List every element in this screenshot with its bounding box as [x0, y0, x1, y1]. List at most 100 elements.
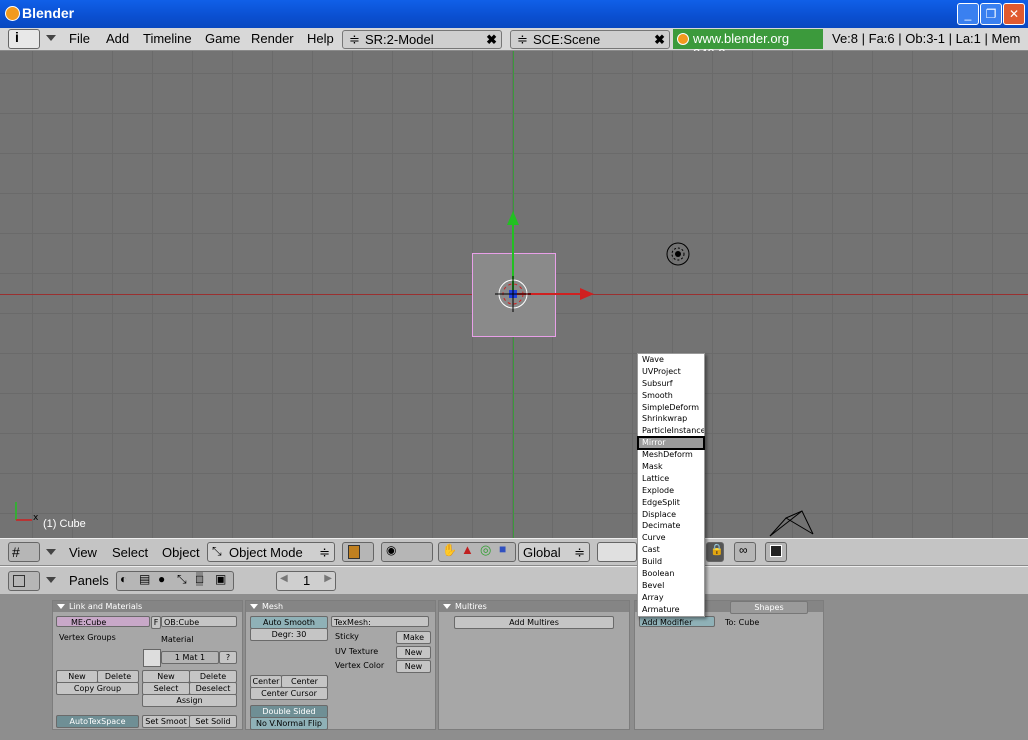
no-vnormal-flip-toggle[interactable]: No V.Normal Flip: [250, 717, 328, 730]
add-modifier-menu[interactable]: Add Modifier: [639, 616, 715, 627]
mesh-name-field[interactable]: ME:Cube: [56, 616, 150, 627]
menu-timeline[interactable]: Timeline: [143, 31, 192, 46]
layers-grid[interactable]: [597, 542, 637, 562]
vertex-color-label: Vertex Color: [335, 661, 385, 670]
hand-icon[interactable]: ✋: [442, 543, 457, 557]
orientation-select[interactable]: Global ≑: [518, 542, 590, 562]
manipulator-group[interactable]: ✋ ▲ ◎ ■: [438, 542, 516, 562]
menu-select[interactable]: Select: [112, 545, 148, 560]
shading-icon[interactable]: ●: [158, 572, 165, 586]
object-icon[interactable]: ⤡: [177, 572, 187, 587]
menu-item-build[interactable]: Build: [638, 556, 704, 568]
multires-panel: Multires Add Multires: [438, 600, 630, 730]
texmesh-field[interactable]: TexMesh:: [331, 616, 429, 627]
close-button[interactable]: ✕: [1003, 3, 1025, 25]
menu-help[interactable]: Help: [307, 31, 334, 46]
copy-group-button[interactable]: Copy Group: [56, 682, 139, 695]
editing-icon[interactable]: □: [196, 572, 204, 586]
menu-item-particleinstance[interactable]: ParticleInstance: [638, 425, 704, 437]
context-buttons[interactable]: ◐ ▤ ● ⤡ □ ▣: [116, 571, 234, 591]
camera-icon[interactable]: [768, 506, 818, 538]
logic-icon[interactable]: ◐: [120, 572, 127, 586]
menu-item-explode[interactable]: Explode: [638, 485, 704, 497]
menu-item-bevel[interactable]: Bevel: [638, 580, 704, 592]
lock-button[interactable]: 🔒: [706, 542, 724, 562]
script-icon[interactable]: ▤: [139, 572, 150, 586]
lamp-icon[interactable]: [665, 241, 693, 269]
menu-item-uvproject[interactable]: UVProject: [638, 366, 704, 378]
center-cursor-button[interactable]: Center Cursor: [250, 687, 328, 700]
set-smooth-button[interactable]: Set Smoot: [142, 715, 190, 728]
editor-type-button[interactable]: i: [8, 29, 40, 49]
scale-icon[interactable]: ■: [499, 542, 506, 556]
menu-item-shrinkwrap[interactable]: Shrinkwrap: [638, 413, 704, 425]
menu-item-edgesplit[interactable]: EdgeSplit: [638, 497, 704, 509]
panel-title[interactable]: Mesh: [246, 601, 435, 612]
scene-close-icon[interactable]: ✖: [654, 31, 665, 48]
menu-item-smooth[interactable]: Smooth: [638, 390, 704, 402]
fake-user-button[interactable]: F: [151, 616, 161, 629]
menu-item-displace[interactable]: Displace: [638, 509, 704, 521]
screen-selector[interactable]: ≑ SR:2-Model ✖: [342, 30, 502, 49]
menu-item-boolean[interactable]: Boolean: [638, 568, 704, 580]
help-button[interactable]: ?: [219, 651, 237, 664]
render-button[interactable]: [765, 542, 787, 562]
mode-select[interactable]: ⤡ Object Mode ≑: [207, 542, 335, 562]
rotate-icon[interactable]: ◎: [480, 542, 491, 558]
mode-label: Object Mode: [229, 545, 303, 560]
panel-title[interactable]: Multires: [439, 601, 629, 612]
editor-type-button[interactable]: #: [8, 542, 40, 562]
menu-item-cast[interactable]: Cast: [638, 544, 704, 556]
pivot-button[interactable]: ◉: [381, 542, 433, 562]
restore-button[interactable]: ❐: [980, 3, 1002, 25]
draw-type-button[interactable]: [342, 542, 374, 562]
vertex-color-new-button[interactable]: New: [396, 660, 431, 673]
chevron-updown-icon: ≑: [349, 32, 360, 47]
scene-icon[interactable]: ▣: [215, 572, 226, 586]
menu-object[interactable]: Object: [162, 545, 200, 560]
menu-item-meshdeform[interactable]: MeshDeform: [638, 449, 704, 461]
menu-item-armature[interactable]: Armature: [638, 604, 704, 616]
menu-item-curve[interactable]: Curve: [638, 532, 704, 544]
add-multires-button[interactable]: Add Multires: [454, 616, 614, 629]
menu-item-decimate[interactable]: Decimate: [638, 520, 704, 532]
menu-item-mirror[interactable]: Mirror: [637, 436, 705, 451]
link-button[interactable]: ∞: [734, 542, 756, 562]
material-assign-button[interactable]: Assign: [142, 694, 237, 707]
window-title: Blender: [22, 5, 75, 21]
degr-field[interactable]: Degr: 30: [250, 628, 328, 641]
material-slot[interactable]: 1 Mat 1: [161, 651, 219, 664]
menu-file[interactable]: File: [69, 31, 90, 46]
menu-add[interactable]: Add: [106, 31, 129, 46]
collapse-menu-icon[interactable]: [46, 549, 56, 555]
panels-label[interactable]: Panels: [69, 573, 109, 588]
autotexspace-toggle[interactable]: AutoTexSpace: [56, 715, 139, 728]
scene-selector[interactable]: ≑ SCE:Scene ✖: [510, 30, 670, 49]
editor-type-button[interactable]: [8, 571, 40, 591]
menu-item-array[interactable]: Array: [638, 592, 704, 604]
translate-icon[interactable]: ▲: [461, 542, 474, 557]
3d-viewport[interactable]: x (1) Cube: [0, 51, 1028, 538]
transform-manipulator[interactable]: [470, 201, 610, 321]
menu-item-wave[interactable]: Wave: [638, 354, 704, 366]
menu-game[interactable]: Game: [205, 31, 240, 46]
menu-render[interactable]: Render: [251, 31, 294, 46]
panel-title[interactable]: Link and Materials: [53, 601, 242, 612]
sticky-make-button[interactable]: Make: [396, 631, 431, 644]
menu-view[interactable]: View: [69, 545, 97, 560]
menu-item-mask[interactable]: Mask: [638, 461, 704, 473]
screen-close-icon[interactable]: ✖: [486, 31, 497, 48]
menu-item-lattice[interactable]: Lattice: [638, 473, 704, 485]
scene-stats: Ve:8 | Fa:6 | Ob:3-1 | La:1 | Mem: [832, 31, 1021, 46]
modifier-target-label: To: Cube: [725, 618, 760, 627]
set-solid-button[interactable]: Set Solid: [189, 715, 237, 728]
object-name-field[interactable]: OB:Cube: [161, 616, 237, 627]
minimize-button[interactable]: _: [957, 3, 979, 25]
menu-item-subsurf[interactable]: Subsurf: [638, 378, 704, 390]
shapes-tab[interactable]: Shapes: [730, 601, 808, 614]
uv-texture-new-button[interactable]: New: [396, 646, 431, 659]
collapse-menu-icon[interactable]: [46, 577, 56, 583]
collapse-menu-icon[interactable]: [46, 35, 56, 41]
menu-item-simpledeform[interactable]: SimpleDeform: [638, 402, 704, 414]
frame-field[interactable]: ◀ 1 ▶: [276, 571, 336, 591]
